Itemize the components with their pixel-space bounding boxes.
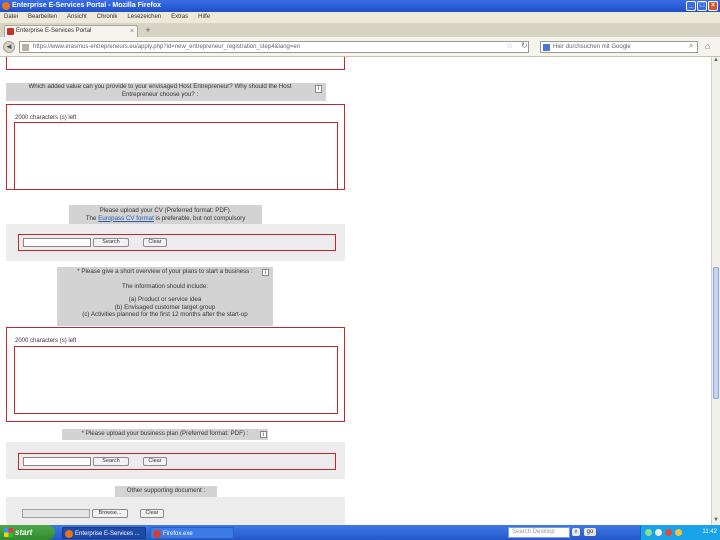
desktop-search-go-button[interactable]: go <box>584 528 596 536</box>
taskbar-item-label: Enterprise E-Services ... <box>75 531 140 537</box>
added-value-question-header: Which added value can you provide to you… <box>6 83 326 101</box>
window-title-bar: Enterprise E-Services Portal - Mozilla F… <box>0 0 720 12</box>
page-scrollbar[interactable]: ▲ ▼ <box>711 57 720 525</box>
cv-browse-button[interactable]: Search <box>93 238 129 247</box>
url-text: https://www.erasmus-entrepreneurs.eu/app… <box>33 44 301 50</box>
back-button[interactable]: ◄ <box>3 41 15 53</box>
site-identity-icon[interactable] <box>22 44 29 51</box>
added-value-box: 2000 characters (s) left ⋰ <box>6 104 345 190</box>
business-overview-header: * Please give a short overview of your p… <box>57 267 273 326</box>
cv-clear-button[interactable]: Clear <box>143 238 167 247</box>
navigation-toolbar: ◄ https://www.erasmus-entrepreneurs.eu/a… <box>0 37 720 57</box>
cv-file-input[interactable] <box>23 238 91 247</box>
taskbar-item-app[interactable]: Firefox.exe <box>150 527 234 539</box>
other-docs-browse-button[interactable]: Browse... <box>92 509 128 518</box>
char-counter: 2000 characters (s) left <box>15 338 77 344</box>
resize-grip-icon[interactable]: ⋰ <box>331 183 336 189</box>
search-go-icon[interactable]: ⌕ <box>689 41 693 51</box>
menu-view[interactable]: Ansicht <box>67 12 87 23</box>
business-overview-item-b: (b) Envisaged customer target group <box>114 303 216 311</box>
cv-upload-panel: Search Clear <box>6 224 345 261</box>
info-icon[interactable]: i <box>315 85 322 93</box>
cv-upload-header: Please upload your CV (Preferred format:… <box>69 205 262 224</box>
other-docs-label: Other supporting document : <box>126 487 206 494</box>
window-title: Enterprise E-Services Portal - Mozilla F… <box>12 2 161 9</box>
scrollbar-thumb[interactable] <box>713 267 719 399</box>
clock[interactable]: 11:42 <box>702 525 717 540</box>
other-docs-file-input[interactable] <box>22 509 90 518</box>
app-icon <box>153 530 161 538</box>
business-plan-browse-button[interactable]: Search <box>93 457 129 466</box>
start-label: start <box>15 528 33 537</box>
search-engine-icon[interactable] <box>543 44 550 51</box>
search-input[interactable]: Hier durchsuchen mit Google <box>540 41 698 53</box>
menu-help[interactable]: Hilfe <box>198 12 210 23</box>
taskbar-item-label: Firefox.exe <box>163 531 193 537</box>
menu-edit[interactable]: Bearbeiten <box>28 12 57 23</box>
menu-bar: Datei Bearbeiten Ansicht Chronik Lesezei… <box>0 12 720 23</box>
window-controls: _ □ × <box>686 1 718 11</box>
maximize-button[interactable]: □ <box>697 1 707 11</box>
previous-section-box <box>6 57 345 70</box>
business-plan-panel: Search Clear <box>6 442 345 479</box>
added-value-textarea[interactable]: ⋰ <box>14 122 338 190</box>
resize-grip-icon[interactable]: ⋰ <box>331 407 336 413</box>
firefox-icon <box>65 530 73 538</box>
page-viewport: Which added value can you provide to you… <box>0 57 711 525</box>
taskbar-item-firefox[interactable]: Enterprise E-Services ... <box>62 527 146 539</box>
security-icon[interactable] <box>665 529 672 536</box>
start-button[interactable]: start <box>0 525 55 540</box>
business-overview-hint: The information should include: <box>122 282 208 290</box>
new-tab-button[interactable]: + <box>142 26 154 36</box>
desktop-search-input[interactable]: Search Desktop <box>508 527 570 538</box>
business-overview-question: * Please give a short overview of your p… <box>77 268 253 275</box>
other-docs-clear-button[interactable]: Clear <box>140 509 164 518</box>
tab-portal[interactable]: Enterprise E-Services Portal × <box>4 25 138 37</box>
business-overview-textarea[interactable]: ⋰ <box>14 346 338 414</box>
firefox-icon <box>2 2 10 10</box>
tab-label: Enterprise E-Services Portal <box>16 28 92 34</box>
home-icon[interactable]: ⌂ <box>705 41 710 51</box>
tab-bar: Enterprise E-Services Portal × + <box>0 23 720 37</box>
minimize-button[interactable]: _ <box>686 1 696 11</box>
address-bar[interactable]: https://www.erasmus-entrepreneurs.eu/app… <box>19 41 529 53</box>
menu-bookmarks[interactable]: Lesezeichen <box>127 12 161 23</box>
menu-tools[interactable]: Extras <box>171 12 188 23</box>
added-value-question: Which added value can you provide to you… <box>28 83 292 98</box>
char-counter: 2000 characters (s) left <box>15 115 77 121</box>
business-overview-box: 2000 characters (s) left ⋰ <box>6 327 345 422</box>
business-plan-clear-button[interactable]: Clear <box>143 457 167 466</box>
business-plan-header: * Please upload your business plan (Pref… <box>62 429 268 440</box>
bookmark-star-icon[interactable]: ☆ <box>506 41 513 50</box>
scroll-up-icon[interactable]: ▲ <box>712 57 720 65</box>
cv-upload-row: Search Clear <box>18 234 336 251</box>
search-placeholder: Hier durchsuchen mit Google <box>553 44 631 50</box>
menu-file[interactable]: Datei <box>4 12 18 23</box>
system-tray: 11:42 <box>640 525 720 540</box>
cv-upload-instruction: Please upload your CV (Preferred format:… <box>99 207 232 214</box>
business-overview-item-a: (a) Product or service idea <box>128 296 202 303</box>
menu-history[interactable]: Chronik <box>97 12 118 23</box>
close-window-button[interactable]: × <box>708 1 718 11</box>
desktop-search-icon[interactable]: ⌕ <box>572 528 580 536</box>
reload-icon[interactable]: ↻ <box>521 41 528 50</box>
network-icon[interactable] <box>645 529 652 536</box>
other-docs-header: Other supporting document : <box>115 486 217 497</box>
business-plan-file-input[interactable] <box>23 457 91 466</box>
favicon-icon <box>7 28 14 35</box>
info-icon[interactable]: i <box>262 269 269 276</box>
business-plan-upload-row: Search Clear <box>18 453 336 470</box>
other-docs-panel: Browse... Clear <box>6 497 345 525</box>
update-icon[interactable] <box>675 529 682 536</box>
scroll-down-icon[interactable]: ▼ <box>712 517 720 525</box>
tab-close-icon[interactable]: × <box>130 26 134 37</box>
windows-taskbar: start Enterprise E-Services ... Firefox.… <box>0 525 720 540</box>
europass-cv-link[interactable]: Europass CV format <box>98 215 154 222</box>
windows-logo-icon <box>4 528 13 537</box>
volume-icon[interactable] <box>655 529 662 536</box>
info-icon[interactable]: i <box>260 431 267 438</box>
business-plan-label: * Please upload your business plan (Pref… <box>81 430 249 437</box>
business-overview-item-c: (c) Activities planned for the first 12 … <box>82 311 248 318</box>
cv-upload-note: The Europass CV format is preferable, bu… <box>85 214 246 222</box>
